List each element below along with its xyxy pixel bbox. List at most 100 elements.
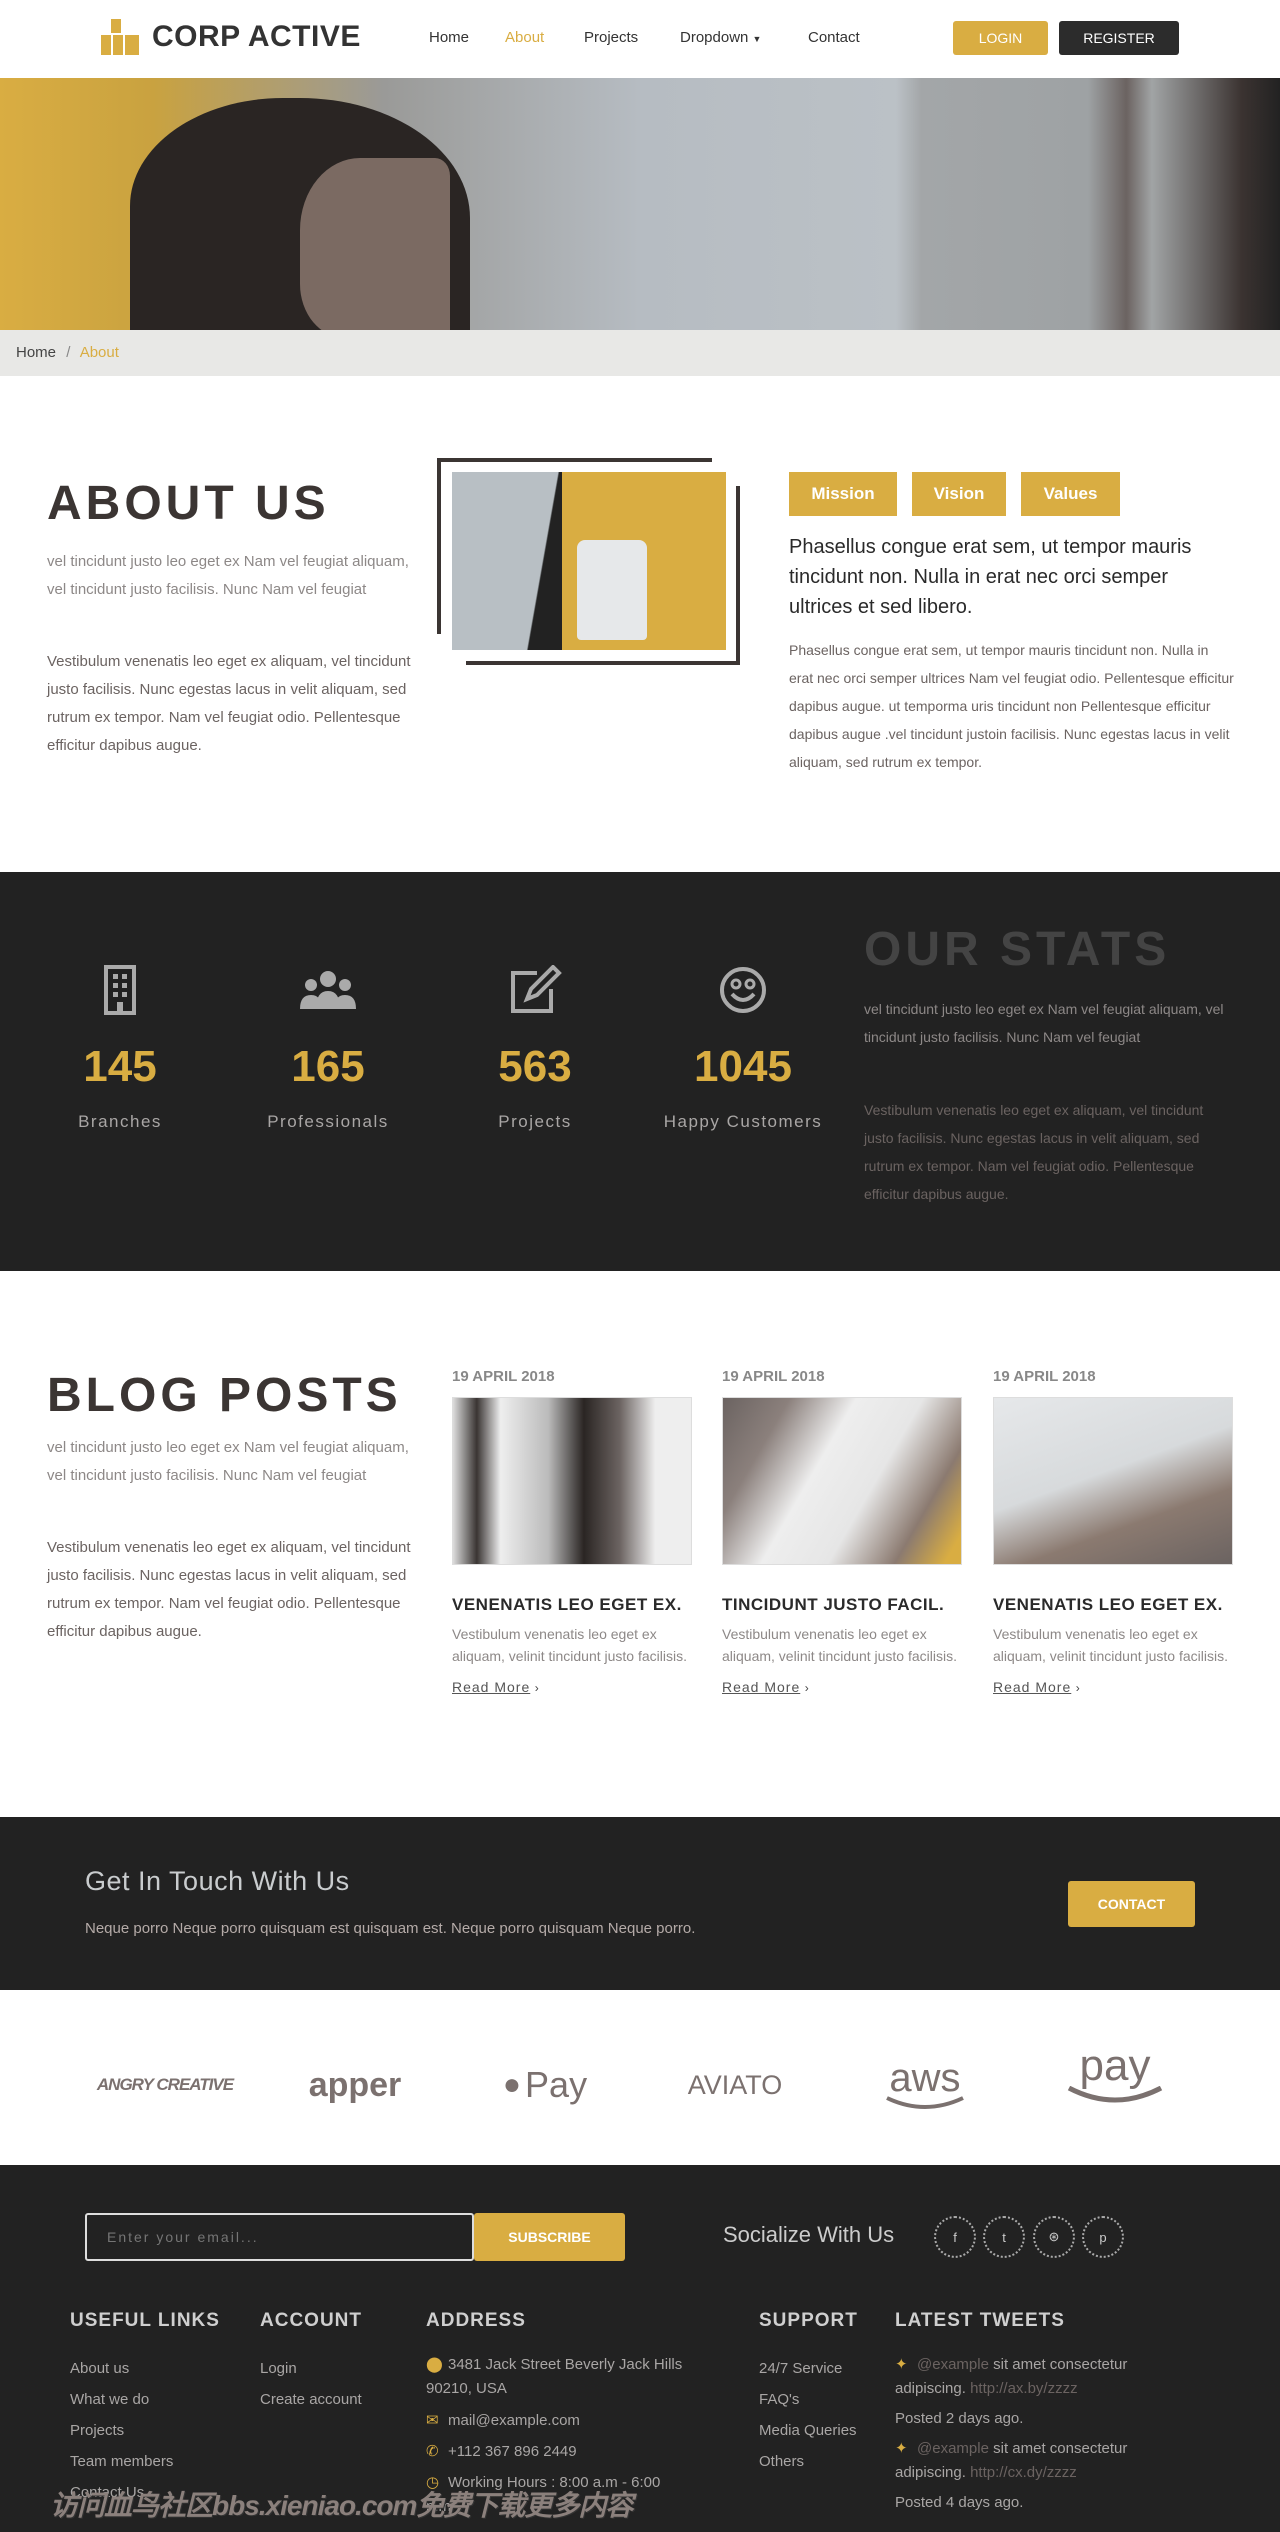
tab-mission[interactable]: Mission — [789, 472, 897, 516]
facebook-icon[interactable]: f — [934, 2216, 976, 2258]
logo-icon — [101, 19, 139, 55]
stat-value: 1045 — [694, 1042, 792, 1091]
post-date: 19 APRIL 2018 — [722, 1368, 825, 1385]
nav-contact[interactable]: Contact — [808, 29, 860, 46]
tab-values[interactable]: Values — [1021, 472, 1120, 516]
stats-intro: vel tincidunt justo leo eget ex Nam vel … — [864, 1001, 1224, 1045]
nav-dropdown[interactable]: Dropdown ▼ — [680, 29, 761, 46]
chevron-right-icon: › — [804, 1681, 809, 1695]
tab-lead: Phasellus congue erat sem, ut tempor mau… — [789, 536, 1192, 618]
logo-aws: aws — [855, 2050, 995, 2120]
footer-link[interactable]: Media Queries — [759, 2415, 857, 2446]
blog-body: Vestibulum venenatis leo eget ex aliquam… — [47, 1539, 411, 1640]
address-heading: ADDRESS — [426, 2310, 526, 2331]
blog-title: BLOG POSTS — [47, 1369, 402, 1422]
tweet-posted: Posted 2 days ago. — [895, 2410, 1024, 2427]
nav-about[interactable]: About — [505, 29, 544, 46]
footer-link[interactable]: 24/7 Service — [759, 2353, 857, 2384]
about-title: ABOUT US — [47, 477, 330, 530]
tab-vision[interactable]: Vision — [912, 472, 1006, 516]
dribbble-icon[interactable]: ⊛ — [1033, 2216, 1075, 2258]
tweet: ✦ @example sit amet consectetur adipiscin… — [895, 2437, 1195, 2485]
tweets-list: ✦ @example sit amet consectetur adipiscin… — [895, 2353, 1195, 2515]
hero-banner-image — [0, 78, 1280, 330]
nav-projects[interactable]: Projects — [584, 29, 638, 46]
socialize-label: Socialize With Us — [723, 2222, 895, 2247]
street-text: 3481 Jack Street Beverly Jack Hills 9021… — [426, 2356, 683, 2397]
footer-link[interactable]: Others — [759, 2446, 857, 2477]
address-street: ⬤ 3481 Jack Street Beverly Jack Hills 902… — [426, 2353, 686, 2401]
logo-aviato: AVIATO — [687, 2069, 783, 2100]
smile-icon — [720, 967, 766, 1013]
email-input[interactable] — [85, 2213, 474, 2261]
tweet: ✦ @example sit amet consectetur adipiscin… — [895, 2353, 1195, 2401]
phone-text: +112 367 896 2449 — [448, 2443, 577, 2460]
stat-value: 165 — [291, 1042, 365, 1091]
pinterest-icon[interactable]: p — [1082, 2216, 1124, 2258]
read-more-label: Read More — [452, 1679, 531, 1695]
post-image[interactable] — [722, 1397, 962, 1565]
contact-button[interactable]: CONTACT — [1068, 1881, 1195, 1927]
footer-link[interactable]: Team members — [70, 2446, 173, 2477]
amazon-smile-icon — [1067, 2086, 1163, 2103]
post-image[interactable] — [993, 1397, 1233, 1565]
apple-pay-text: Pay — [525, 2064, 588, 2105]
post-title[interactable]: VENENATIS LEO EGET EX. — [452, 1595, 692, 1615]
footer-link[interactable]: Login — [260, 2353, 362, 2384]
tweet-link[interactable]: http://ax.by/zzzz — [970, 2380, 1078, 2397]
cta-section: Get In Touch With Us Neque porro Neque p… — [0, 1817, 1280, 1990]
logo-angry-creative: ANGRY CREATIVE — [96, 2075, 234, 2094]
edit-icon — [511, 964, 562, 1013]
footer-link[interactable]: Create account — [260, 2384, 362, 2415]
stat-value: 563 — [498, 1042, 572, 1091]
cta-text: Neque porro Neque porro quisquam est qui… — [85, 1920, 696, 1937]
footer-link[interactable]: FAQ's — [759, 2384, 857, 2415]
post-image[interactable] — [452, 1397, 692, 1565]
tweet-handle[interactable]: @example — [917, 2356, 989, 2373]
breadcrumb: Home / About — [0, 330, 1280, 376]
navbar: CORP ACTIVE Home About Projects Dropdown… — [0, 0, 1280, 78]
login-button[interactable]: LOGIN — [953, 21, 1048, 55]
chevron-right-icon: › — [1075, 1681, 1080, 1695]
cup-shape — [577, 540, 647, 640]
phone-icon: ✆ — [426, 2443, 439, 2460]
post-title[interactable]: VENENATIS LEO EGET EX. — [993, 1595, 1233, 1615]
address-phone[interactable]: ✆ +112 367 896 2449 — [426, 2440, 686, 2464]
tab-text: Phasellus congue erat sem, ut tempor mau… — [789, 642, 1234, 770]
stat-value: 145 — [83, 1042, 157, 1091]
stat-branches: 145 Branches — [20, 965, 220, 1132]
pay-text: pay — [1079, 2041, 1151, 2090]
apple-icon: ● — [502, 2068, 522, 2101]
account-heading: ACCOUNT — [260, 2310, 362, 2331]
tweets-heading: LATEST TWEETS — [895, 2310, 1065, 2331]
stats-body: Vestibulum venenatis leo eget ex aliquam… — [864, 1102, 1204, 1202]
post-title[interactable]: TINCIDUNT JUSTO FACIL. — [722, 1595, 962, 1615]
footer-link[interactable]: What we do — [70, 2384, 173, 2415]
chevron-right-icon: › — [534, 1681, 539, 1695]
blog-card: 19 APRIL 2018 VENENATIS LEO EGET EX. Ves… — [452, 1368, 692, 1697]
breadcrumb-current: About — [79, 344, 119, 361]
users-icon — [300, 971, 356, 1009]
support-links: 24/7 Service FAQ's Media Queries Others — [759, 2353, 857, 2477]
twitter-icon[interactable]: t — [983, 2216, 1025, 2258]
read-more-link[interactable]: Read More › — [993, 1679, 1233, 1697]
useful-links-heading: USEFUL LINKS — [70, 2310, 220, 2331]
twitter-bird-icon: ✦ — [895, 2356, 908, 2373]
tweet-handle[interactable]: @example — [917, 2440, 989, 2457]
read-more-link[interactable]: Read More › — [722, 1679, 962, 1697]
blog-card: 19 APRIL 2018 VENENATIS LEO EGET EX. Ves… — [993, 1368, 1233, 1697]
hero-face — [300, 158, 450, 330]
brand-name[interactable]: CORP ACTIVE — [152, 20, 361, 54]
read-more-link[interactable]: Read More › — [452, 1679, 692, 1697]
address-email[interactable]: ✉ mail@example.com — [426, 2409, 686, 2433]
tweet-link[interactable]: http://cx.dy/zzzz — [970, 2464, 1077, 2481]
breadcrumb-home[interactable]: Home — [16, 344, 56, 361]
footer-link[interactable]: Projects — [70, 2415, 173, 2446]
post-date: 19 APRIL 2018 — [993, 1368, 1096, 1385]
nav-home[interactable]: Home — [429, 29, 469, 46]
breadcrumb-separator: / — [66, 344, 71, 361]
subscribe-button[interactable]: SUBSCRIBE — [474, 2213, 625, 2261]
map-marker-icon: ⬤ — [426, 2356, 443, 2373]
register-button[interactable]: REGISTER — [1059, 21, 1179, 55]
footer-link[interactable]: About us — [70, 2353, 173, 2384]
